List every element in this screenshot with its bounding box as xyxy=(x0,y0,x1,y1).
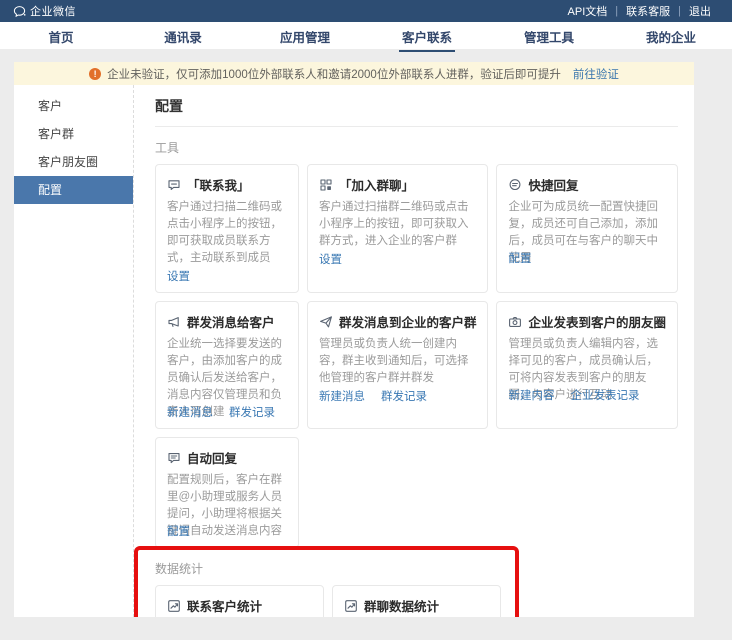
topbar-links: API文档 | 联系客服 | 退出 xyxy=(560,3,719,19)
card-description: 客户通过扫描二维码或点击小程序上的按钮，即可获取成员联系方式，主动联系到成员 xyxy=(167,199,287,267)
card-title: 快捷回复 xyxy=(528,175,578,194)
card-title: 群发消息到企业的客户群 xyxy=(339,312,477,331)
nav-tab-admin-tools[interactable]: 管理工具 xyxy=(488,22,610,49)
contact-me-setup-link[interactable]: 设置 xyxy=(167,268,190,284)
card-group-chat-stats: 群聊数据统计 可查看客户群的相关数据，包括群聊总数、群成员总数、群聊消息总数等 … xyxy=(332,585,501,617)
tools-card-grid: 「联系我」 客户通过扫描二维码或点击小程序上的按钮，即可获取成员联系方式，主动联… xyxy=(155,164,678,548)
broadcast-history-link[interactable]: 群发记录 xyxy=(381,388,427,404)
card-title: 群发消息给客户 xyxy=(187,312,275,331)
sidebar-item-customers[interactable]: 客户 xyxy=(14,92,133,120)
trend-chart-icon xyxy=(167,599,181,613)
card-title: 联系客户统计 xyxy=(187,596,262,615)
app-logo: 企业微信 xyxy=(13,3,76,19)
card-join-group-chat: 「加入群聊」 客户通过扫描群二维码或点击小程序上的按钮，即可获取入群方式，进入企… xyxy=(307,164,489,293)
card-title: 企业发表到客户的朋友圈 xyxy=(528,312,666,331)
chat-lines-round-icon xyxy=(508,178,522,192)
sidebar-item-customer-groups[interactable]: 客户群 xyxy=(14,120,133,148)
broadcast-history-link[interactable]: 群发记录 xyxy=(229,404,275,420)
join-group-setup-link[interactable]: 设置 xyxy=(319,251,342,267)
chat-bubble-logo-icon xyxy=(13,5,26,18)
chat-lines-square-icon xyxy=(167,451,181,465)
stats-section-label: 数据统计 xyxy=(155,560,678,577)
top-bar: 企业微信 API文档 | 联系客服 | 退出 xyxy=(0,0,732,22)
enterprise-post-history-link[interactable]: 企业发表记录 xyxy=(570,387,639,403)
card-post-to-moments: 企业发表到客户的朋友圈 管理员或负责人编辑内容，选择可见的客户，成员确认后，可将… xyxy=(496,301,678,429)
card-description: 管理员或负责人统一创建内容，群主收到通知后，可选择他管理的客户群并群发 xyxy=(319,336,477,387)
nav-tab-customer-contact[interactable]: 客户联系 xyxy=(366,22,488,49)
main-nav: 首页 通讯录 应用管理 客户联系 管理工具 我的企业 xyxy=(0,22,732,49)
new-content-link[interactable]: 新建内容 xyxy=(508,387,554,403)
card-title: 「加入群聊」 xyxy=(339,175,414,194)
card-customer-contact-stats: 联系客户统计 可查看成员联系客户的行为数据，包括成员聊天数、发送消息数等 进入 xyxy=(155,585,324,617)
content-area: 企业未验证，仅可添加1000位外部联系人和邀请2000位外部联系人进群，验证后即… xyxy=(14,49,694,640)
sidebar-item-configuration[interactable]: 配置 xyxy=(14,176,133,204)
sidebar-item-customer-moments[interactable]: 客户朋友圈 xyxy=(14,148,133,176)
card-contact-me: 「联系我」 客户通过扫描二维码或点击小程序上的按钮，即可获取成员联系方式，主动联… xyxy=(155,164,299,293)
megaphone-icon xyxy=(167,315,181,329)
data-statistics-section: 数据统计 联系客户统计 可查看成员联系客户的行为数据，包括成员聊天数、发送消息数… xyxy=(155,560,678,617)
contact-me-bubble-icon xyxy=(167,178,181,192)
quick-reply-config-link[interactable]: 配置 xyxy=(508,250,531,266)
card-bulk-message-groups: 群发消息到企业的客户群 管理员或负责人统一创建内容，群主收到通知后，可选择他管理… xyxy=(307,301,489,429)
card-quick-reply: 快捷回复 企业可为成员统一配置快捷回复，成员还可自己添加，添加后，成员可在与客户… xyxy=(496,164,678,293)
trend-chart-icon xyxy=(344,599,358,613)
camera-icon xyxy=(508,315,522,329)
nav-tab-my-enterprise[interactable]: 我的企业 xyxy=(610,22,732,49)
go-verify-link[interactable]: 前往验证 xyxy=(573,66,619,82)
card-auto-reply: 自动回复 配置规则后，客户在群里@小助理或服务人员提问，小助理将根据关键词自动发… xyxy=(155,437,299,548)
qr-grid-icon xyxy=(319,178,333,192)
card-description: 客户通过扫描群二维码或点击小程序上的按钮，即可获取入群方式，进入企业的客户群 xyxy=(319,199,477,250)
card-title: 群聊数据统计 xyxy=(364,596,439,615)
card-bulk-message-customers: 群发消息给客户 企业统一选择要发送的客户，由添加客户的成员确认后发送给客户，消息… xyxy=(155,301,299,429)
verification-notice-bar: 企业未验证，仅可添加1000位外部联系人和邀请2000位外部联系人进群，验证后即… xyxy=(14,62,694,85)
divider xyxy=(155,126,678,127)
main-panel: 配置 工具 「联系我」 客户通过扫描二维码或点击小程序上的按钮，即可获取成员联系… xyxy=(133,85,694,617)
send-plane-icon xyxy=(319,315,333,329)
contact-support-link[interactable]: 联系客服 xyxy=(618,3,678,19)
tools-section-label: 工具 xyxy=(155,139,678,156)
warning-icon xyxy=(89,68,101,80)
card-title: 自动回复 xyxy=(187,448,237,467)
api-docs-link[interactable]: API文档 xyxy=(560,3,616,19)
nav-tab-contacts[interactable]: 通讯录 xyxy=(122,22,244,49)
auto-reply-config-link[interactable]: 配置 xyxy=(167,523,190,539)
sidebar: 客户 客户群 客户朋友圈 配置 xyxy=(14,85,133,617)
nav-tab-app-management[interactable]: 应用管理 xyxy=(244,22,366,49)
nav-tab-home[interactable]: 首页 xyxy=(0,22,122,49)
page-title: 配置 xyxy=(155,96,678,116)
new-message-link[interactable]: 新建消息 xyxy=(167,404,213,420)
notice-text: 企业未验证，仅可添加1000位外部联系人和邀请2000位外部联系人进群，验证后即… xyxy=(107,66,561,82)
stats-card-grid: 联系客户统计 可查看成员联系客户的行为数据，包括成员聊天数、发送消息数等 进入 xyxy=(155,585,678,617)
card-title: 「联系我」 xyxy=(187,175,250,194)
new-message-link[interactable]: 新建消息 xyxy=(319,388,365,404)
logout-link[interactable]: 退出 xyxy=(681,3,719,19)
app-logo-text: 企业微信 xyxy=(30,3,76,19)
